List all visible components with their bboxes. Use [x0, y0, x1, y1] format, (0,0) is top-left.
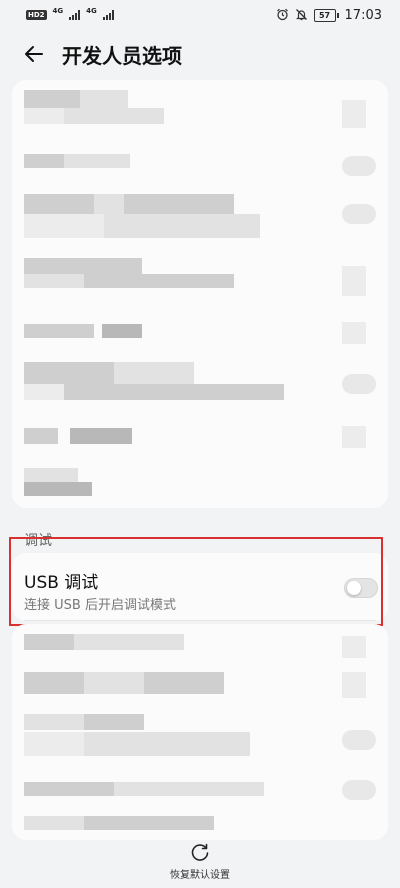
blurred-setting-row[interactable] — [12, 424, 388, 454]
section-label-debug: 调试 — [24, 533, 52, 549]
restore-defaults-button[interactable]: 恢复默认设置 — [160, 838, 240, 884]
restore-icon — [191, 843, 209, 861]
app-header: 开发人员选项 — [0, 30, 400, 78]
status-bar: HD2 4G 4G 57 17:03 — [0, 0, 400, 30]
hd-badge: HD2 — [26, 10, 47, 20]
blurred-setting-row[interactable] — [12, 360, 388, 416]
blurred-setting-row[interactable] — [12, 256, 388, 304]
blurred-setting-row[interactable] — [12, 190, 388, 246]
usb-debugging-title: USB 调试 — [24, 573, 99, 593]
signal-icon — [102, 10, 114, 20]
arrow-left-icon — [25, 46, 43, 62]
blurred-setting-row[interactable] — [12, 464, 388, 504]
blurred-setting-row[interactable] — [12, 668, 388, 704]
divider — [24, 620, 376, 621]
page-title: 开发人员选项 — [62, 44, 182, 68]
battery-level: 57 — [313, 8, 336, 22]
alarm-icon — [276, 8, 289, 23]
battery-icon: 57 — [313, 8, 339, 22]
mute-bell-icon — [295, 8, 308, 23]
blurred-setting-row[interactable] — [12, 150, 388, 182]
blurred-setting-row[interactable] — [12, 712, 388, 768]
status-left: HD2 4G 4G — [26, 7, 114, 20]
blurred-setting-row[interactable] — [12, 630, 388, 660]
network-type-2: 4G — [86, 7, 97, 15]
blurred-setting-row[interactable] — [12, 780, 388, 806]
toggle-knob — [347, 581, 361, 595]
usb-debugging-setting[interactable]: USB 调试 连接 USB 后开启调试模式 — [12, 553, 388, 621]
restore-defaults-label: 恢复默认设置 — [170, 870, 230, 881]
network-type-1: 4G — [52, 7, 64, 15]
usb-debugging-subtitle: 连接 USB 后开启调试模式 — [24, 598, 176, 613]
status-right: 57 17:03 — [276, 8, 382, 23]
signal-icon — [69, 10, 81, 20]
settings-card-blurred — [12, 624, 388, 840]
usb-debugging-toggle[interactable] — [344, 578, 378, 598]
blurred-setting-row[interactable] — [12, 320, 388, 344]
blurred-setting-row[interactable] — [12, 88, 388, 144]
settings-card-blurred — [12, 80, 388, 508]
status-time: 17:03 — [344, 7, 382, 23]
blurred-setting-row[interactable] — [12, 812, 388, 836]
back-button[interactable] — [22, 42, 46, 66]
